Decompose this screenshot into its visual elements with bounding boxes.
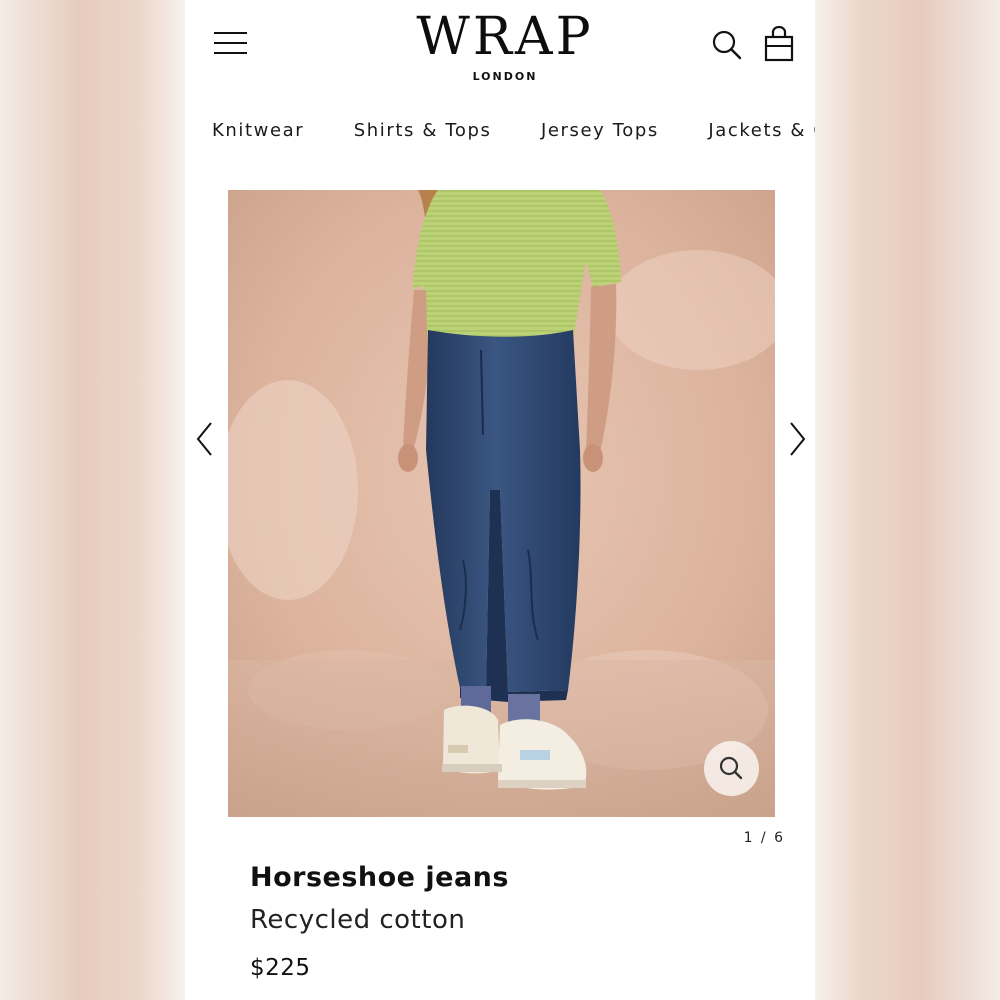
nav-item-shirts-tops[interactable]: Shirts & Tops <box>354 120 492 141</box>
product-image-gallery[interactable] <box>228 190 775 817</box>
chevron-right-icon[interactable] <box>787 419 807 459</box>
product-photo <box>228 190 775 817</box>
product-subtitle: Recycled cotton <box>250 905 466 935</box>
nav-item-jackets[interactable]: Jackets & C <box>708 120 815 141</box>
zoom-button[interactable] <box>704 741 759 796</box>
shopping-bag-icon[interactable] <box>763 26 795 62</box>
zoom-icon <box>719 756 743 780</box>
nav-item-jersey-tops[interactable]: Jersey Tops <box>541 120 659 141</box>
image-pager: 1 / 6 <box>743 830 785 846</box>
site-header: WRAP LONDON <box>185 0 815 100</box>
product-title: Horseshoe jeans <box>250 862 509 893</box>
search-icon[interactable] <box>711 29 743 61</box>
category-nav: Knitwear Shirts & Tops Jersey Tops Jacke… <box>212 120 815 150</box>
product-page-screen: WRAP LONDON Knitwear Shirts & Tops Jerse… <box>185 0 815 1000</box>
chevron-left-icon[interactable] <box>195 419 215 459</box>
nav-item-knitwear[interactable]: Knitwear <box>212 120 304 141</box>
brand-logo[interactable]: WRAP LONDON <box>395 8 615 83</box>
product-price: $225 <box>250 955 311 981</box>
brand-name: WRAP <box>416 7 594 67</box>
hamburger-menu-icon[interactable] <box>214 30 248 56</box>
brand-location: LONDON <box>472 70 538 83</box>
